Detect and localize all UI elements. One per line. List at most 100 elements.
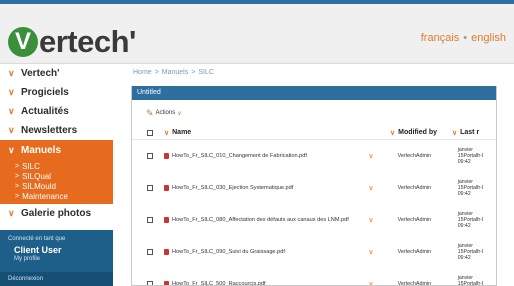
file-name-cell[interactable]: HowTo_Fr_SILC_080_Affectation des défaut… [164,217,380,223]
last-modified-cell: janvier15Portalfr-I09:42 [458,179,496,197]
chevron-right-icon: > [15,172,20,180]
lang-english-link[interactable]: english [471,32,506,44]
pencil-icon: ✎ [146,107,154,118]
vertech-logo[interactable]: V ertech' [8,22,136,62]
select-all-checkbox[interactable] [147,129,153,136]
chevron-down-icon: ∨ [8,87,15,97]
row-checkbox[interactable] [147,185,153,191]
row-menu-chevron-icon[interactable]: ∨ [362,152,379,160]
table-row[interactable]: HowTo_Fr_SILC_080_Affectation des défaut… [132,204,496,236]
chevron-right-icon: > [15,182,20,190]
chevron-down-icon: ∨ [8,68,15,78]
actions-toolbar: ✎ Actions ∨ [132,100,496,126]
row-menu-chevron-icon[interactable]: ∨ [362,216,379,224]
pdf-icon [164,281,169,285]
sidebar-item-progiciels[interactable]: ∨ Progiciels [0,83,113,102]
breadcrumb-silc[interactable]: SILC [198,69,214,76]
lang-french-link[interactable]: français [421,32,460,44]
modified-by-cell: VertechAdmin [397,249,432,255]
file-name[interactable]: HowTo_Fr_SILC_030_Ejection Systematique.… [172,185,293,191]
table-row[interactable]: HowTo_Fr_SILC_500_Raccourcis.pdf ∨ Vertech… [132,268,496,286]
chevron-down-icon: ∨ [164,129,170,137]
pdf-icon [164,153,169,159]
lang-separator: • [463,32,468,44]
panel-title: Untitled [132,86,496,100]
last-modified-time: 09:42 [457,255,471,261]
my-profile-link[interactable]: My profile [0,255,113,262]
sidebar-item-vertech[interactable]: ∨ Vertech' [0,64,113,83]
chevron-down-icon: ∨ [8,106,15,116]
breadcrumb-separator: > [154,69,159,76]
user-panel: Connecté en tant que Client User My prof… [0,230,113,286]
submenu-item-label: SILQual [22,171,51,181]
row-menu-chevron-icon[interactable]: ∨ [362,248,379,256]
submenu-item-silmould[interactable]: > SILMould [0,181,113,191]
modified-by-cell: VertechAdmin [397,185,432,191]
breadcrumb: Home > Manuels > SILC [133,69,214,76]
last-modified-time: 09:42 [457,223,471,229]
pdf-icon [164,249,169,255]
last-modified-portal: 15Portalfr-I [457,281,484,286]
sidebar-item-label: Newsletters [21,125,78,136]
submenu-item-label: SILC [22,161,40,171]
file-name-cell[interactable]: HowTo_Fr_SILC_500_Raccourcis.pdf [164,281,380,285]
modified-by-cell: VertechAdmin [397,217,432,223]
row-checkbox[interactable] [147,153,153,159]
document-list: HowTo_Fr_SILC_010_Changement de Fabricat… [132,140,496,286]
actions-menu-button[interactable]: Actions [156,110,176,116]
table-row[interactable]: HowTo_Fr_SILC_030_Ejection Systematique.… [132,172,496,204]
pdf-icon [164,185,169,191]
logout-link[interactable]: Déconnexion [0,272,113,286]
chevron-right-icon: > [15,192,20,200]
chevron-down-icon: ∨ [452,129,458,137]
pdf-icon [164,217,169,223]
column-header-name[interactable]: ∨ Name [164,129,390,137]
row-checkbox[interactable] [147,249,153,255]
logo-mark: V [8,27,38,57]
column-header-last[interactable]: ∨ Last r [452,129,492,137]
file-name-cell[interactable]: HowTo_Fr_SILC_030_Ejection Systematique.… [164,185,380,191]
sidebar-item-actualites[interactable]: ∨ Actualités [0,102,113,121]
row-menu-chevron-icon[interactable]: ∨ [362,184,379,192]
submenu-item-label: Maintenance [22,191,68,201]
sidebar-item-label: Vertech' [21,68,60,79]
chevron-down-icon: ∨ [8,208,15,218]
last-modified-time: 09:42 [457,191,471,197]
page-root: V ertech' français • english ∨ Vertech' ∨ Pr… [0,0,514,286]
sidebar-item-label: Manuels [21,144,62,156]
row-checkbox[interactable] [147,217,153,223]
row-checkbox[interactable] [147,281,153,285]
last-modified-time: 09:42 [457,159,471,165]
sidebar-item-galerie[interactable]: ∨ Galerie photos [0,204,113,223]
last-modified-cell: janvier15Portalfr-I09:42 [458,211,496,229]
modified-by-cell: VertechAdmin [397,281,432,286]
sidebar-item-manuels[interactable]: ∨ Manuels [0,140,113,160]
last-modified-cell: janvier15Portalfr-I09:42 [457,275,496,286]
submenu-item-label: SILMould [22,181,56,191]
file-name[interactable]: HowTo_Fr_SILC_500_Raccourcis.pdf [172,281,266,285]
file-name[interactable]: HowTo_Fr_SILC_090_Suivi du Graissage.pdf [172,249,285,255]
file-name[interactable]: HowTo_Fr_SILC_010_Changement de Fabricat… [172,153,307,159]
sidebar-item-newsletters[interactable]: ∨ Newsletters [0,121,113,140]
submenu-item-silqual[interactable]: > SILQual [0,171,113,181]
breadcrumb-manuels[interactable]: Manuels [162,69,188,76]
breadcrumb-home[interactable]: Home [133,69,152,76]
site-header: V ertech' français • english [0,4,514,64]
user-name: Client User [14,245,62,255]
submenu-item-maintenance[interactable]: > Maintenance [0,191,113,201]
file-name-cell[interactable]: HowTo_Fr_SILC_010_Changement de Fabricat… [164,153,380,159]
sidebar-item-label: Galerie photos [21,208,92,219]
table-row[interactable]: HowTo_Fr_SILC_010_Changement de Fabricat… [132,140,496,172]
file-name[interactable]: HowTo_Fr_SILC_080_Affectation des défaut… [172,217,349,223]
connected-as-label: Connecté en tant que [8,236,66,242]
submenu-item-silc[interactable]: > SILC [0,161,113,171]
column-header-label: Modified by [398,129,438,136]
column-header-label: Name [172,129,192,136]
file-name-cell[interactable]: HowTo_Fr_SILC_090_Suivi du Graissage.pdf [164,249,380,255]
row-menu-chevron-icon[interactable]: ∨ [362,280,379,285]
table-row[interactable]: HowTo_Fr_SILC_090_Suivi du Graissage.pdf… [132,236,496,268]
chevron-down-icon[interactable]: ∨ [177,110,181,117]
chevron-down-icon: ∨ [8,144,15,155]
chevron-down-icon: ∨ [390,129,396,137]
column-header-modified-by[interactable]: ∨ Modified by [390,129,452,137]
